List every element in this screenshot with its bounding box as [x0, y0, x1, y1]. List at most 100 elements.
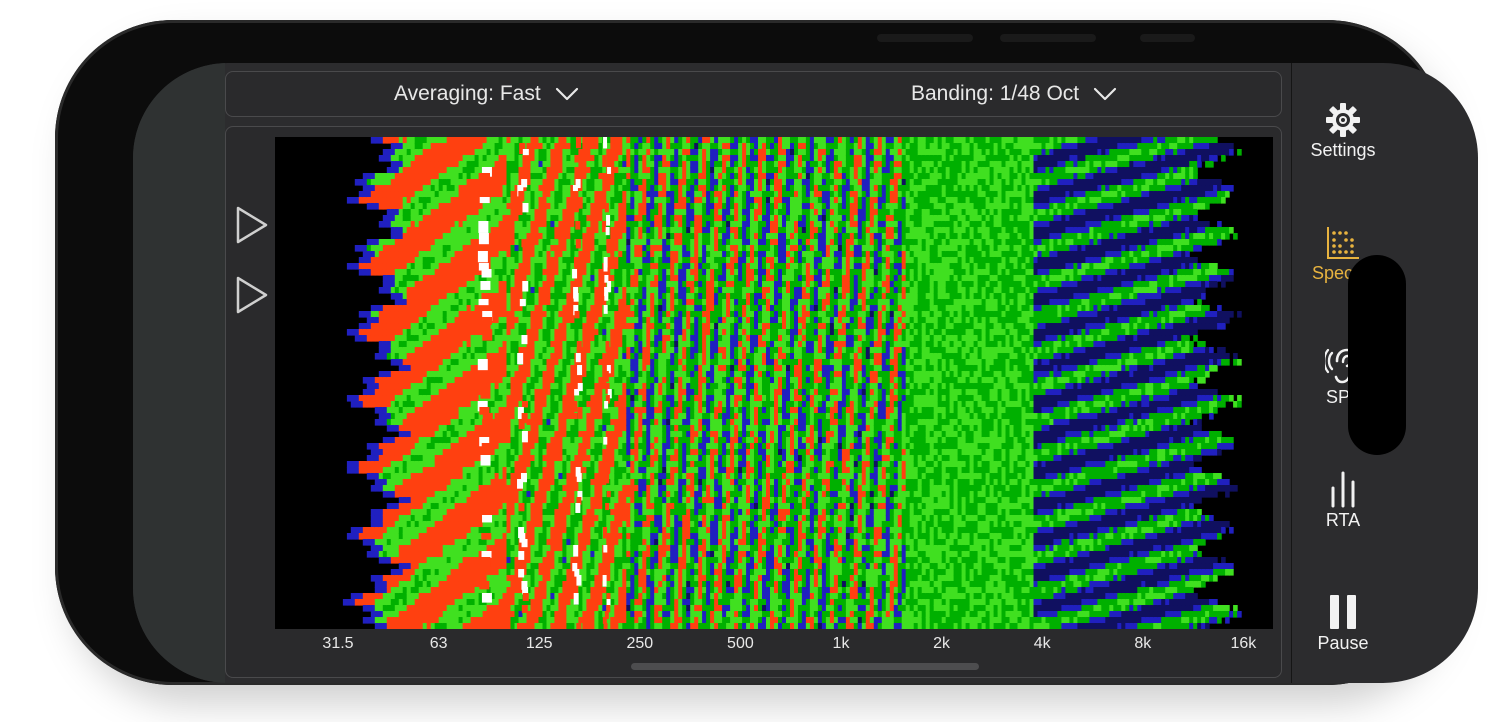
spectrogram-peak [604, 563, 609, 570]
frequency-tick-label: 250 [626, 635, 654, 652]
play-marker-icon[interactable] [234, 205, 270, 245]
spectrogram-peak [480, 389, 491, 399]
spectrogram-peak [477, 359, 488, 371]
spectrogram-peak [602, 221, 607, 233]
spectrogram-icon [1327, 227, 1359, 259]
spectrogram-peak [574, 311, 580, 319]
sidebar-item-label: Pause [1317, 633, 1369, 653]
spectrogram-peak [577, 533, 583, 541]
frequency-tick-label: 4k [1033, 635, 1051, 652]
spectrogram-peak [517, 353, 524, 365]
horizontal-scrollbar[interactable] [631, 663, 979, 670]
camera-cutout [1348, 255, 1406, 455]
left-bezel [133, 63, 225, 683]
spectrogram-peak [604, 293, 609, 301]
sidebar-item-pause[interactable]: Pause [1293, 591, 1393, 654]
frequency-axis: 31.5 63 125 250 500 1k 2k 4k 8k 16k [275, 635, 1273, 659]
spectrogram-peak [522, 149, 529, 156]
spectrogram-peak [605, 473, 610, 484]
spectrogram-peak [575, 353, 581, 363]
spectrogram-peak [574, 155, 580, 163]
spectrogram-peak [575, 137, 581, 149]
spectrogram-peak [572, 269, 578, 279]
chevron-down-icon [555, 87, 578, 101]
spectrogram-peak [482, 317, 493, 325]
sidebar-divider [1291, 63, 1292, 683]
frequency-tick-label: 500 [727, 635, 754, 652]
play-marker-icon[interactable] [234, 275, 270, 315]
frequency-tick-label: 2k [933, 635, 951, 652]
banding-label: Banding: 1/48 Oct [911, 82, 1080, 105]
pause-icon [1330, 595, 1356, 629]
spectrogram-peak [604, 203, 609, 213]
spectrogram-peak [603, 137, 608, 149]
spectrogram-peak [572, 401, 578, 412]
spectrogram-peak [575, 239, 581, 249]
app-screen: Averaging: Fast Banding: 1/48 Oct 31.5 63… [133, 63, 1478, 683]
spectrogram-peak [602, 575, 607, 587]
spectrogram-peak [517, 479, 524, 489]
spectrogram-peak [572, 377, 578, 388]
spectrogram-peak [606, 599, 611, 606]
spectrogram-peak [521, 539, 528, 548]
spectrogram-peak [603, 437, 608, 445]
spectrogram-peak [477, 179, 488, 187]
spectrogram-peak [522, 203, 529, 213]
averaging-dropdown[interactable]: Averaging: Fast [394, 72, 579, 116]
spectrogram-peak [602, 617, 607, 624]
spectrogram-peak [518, 551, 525, 560]
spectrogram-peak [574, 389, 580, 396]
top-toolbar: Averaging: Fast Banding: 1/48 Oct [225, 71, 1282, 117]
spectrogram-peak [603, 545, 608, 553]
phone-frame: Averaging: Fast Banding: 1/48 Oct 31.5 63… [55, 20, 1478, 685]
spectrogram-peak [481, 551, 492, 558]
frequency-tick-label: 31.5 [322, 635, 354, 652]
spectrogram-peak [603, 527, 608, 539]
banding-dropdown[interactable]: Banding: 1/48 Oct [911, 72, 1117, 116]
spectrogram-peak [575, 503, 581, 513]
spectrogram-peak [576, 473, 582, 482]
spectrogram-peak [603, 305, 608, 314]
bars-icon [1331, 471, 1355, 508]
spectrogram-peak [479, 581, 490, 590]
spectrogram-peak [576, 575, 582, 586]
spectrogram-peak [478, 221, 489, 233]
spectrogram-peak [606, 245, 611, 254]
spectrogram-peak [522, 167, 529, 177]
spectrogram-peak [521, 239, 528, 248]
spectrogram-peak [479, 623, 490, 629]
spectrogram-peak [480, 455, 491, 466]
spectrogram-peak [481, 593, 492, 603]
spectrogram-peak [478, 299, 489, 306]
spectrogram-peak [479, 173, 490, 180]
phone-side-button [1000, 34, 1096, 42]
spectrogram-peak [605, 503, 610, 511]
spectrogram-peak [605, 431, 610, 438]
spectrogram-peak [518, 191, 525, 202]
spectrogram-peak [577, 449, 583, 461]
spectrogram-peak [577, 365, 583, 376]
spectrogram-peak [576, 623, 582, 629]
gear-icon [1326, 103, 1360, 137]
sidebar-item-settings[interactable]: Settings [1293, 98, 1393, 161]
spectrogram-peak [482, 419, 493, 427]
spectrogram-peak [479, 197, 490, 204]
spectrogram-peak [577, 407, 583, 419]
chevron-down-icon [1094, 87, 1117, 101]
spectrogram-peak [603, 263, 608, 272]
spectrogram-peak [606, 215, 611, 226]
spectrogram-display[interactable] [275, 137, 1273, 629]
spectrogram-peak [482, 515, 493, 523]
spectrogram-peak [481, 269, 492, 278]
spectrogram-peak [521, 401, 528, 408]
spectrogram-peak [518, 419, 525, 430]
spectrogram-peak [573, 293, 579, 302]
sidebar-item-rta[interactable]: RTA [1293, 468, 1393, 531]
spectrogram-peak [518, 503, 525, 512]
sidebar-item-label: RTA [1325, 510, 1361, 530]
spectrogram-heatmap [342, 137, 1242, 629]
spectrogram-peak [519, 299, 526, 307]
spectrogram-peak [606, 491, 611, 498]
spectrogram-peak [574, 167, 580, 174]
spectrogram-peak [605, 227, 610, 236]
